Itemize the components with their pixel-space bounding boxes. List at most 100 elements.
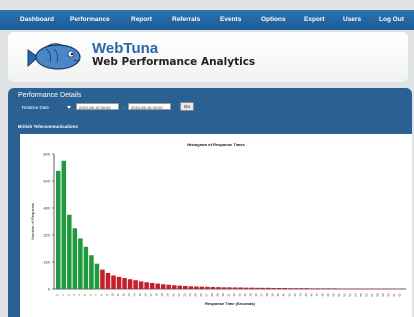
x-tick-label: 24 [188, 293, 192, 297]
date-separator: - [123, 104, 125, 109]
x-tick-label: 19 [160, 293, 164, 297]
x-tick-label: 28 [210, 293, 214, 297]
histogram-bar [188, 286, 194, 289]
histogram-bar [321, 288, 326, 289]
x-tick-label: 32 [232, 293, 236, 297]
histogram-bar [172, 285, 177, 289]
nav-item-users[interactable]: Users [343, 16, 361, 23]
x-tick-label: 15 [138, 293, 142, 297]
x-tick-label: 9 [105, 294, 109, 296]
x-tick-label: 49 [326, 293, 330, 297]
y-tick-label: 160 [43, 260, 50, 265]
histogram-bar [89, 255, 94, 289]
histogram-bar [111, 275, 116, 289]
panel-title: Performance Details [18, 92, 82, 99]
histogram-bar [299, 288, 304, 289]
histogram-bar [194, 286, 199, 289]
x-tick-label: 14 [133, 293, 137, 297]
x-tick-label: 26 [199, 293, 203, 297]
histogram-bar [160, 284, 166, 289]
x-tick-label: 48 [320, 293, 324, 297]
histogram-bar [359, 288, 365, 289]
y-tick-label: 0 [48, 287, 51, 292]
date-from-input[interactable]: 2010-06-15 00:00 [76, 103, 119, 110]
histogram-bar [243, 287, 249, 289]
fish-icon [27, 43, 81, 70]
x-tick-label: 5 [83, 294, 87, 296]
nav-item-dashboard[interactable]: Dashboard [20, 16, 54, 23]
nav-item-report[interactable]: Report [131, 16, 152, 23]
histogram-bar [337, 288, 343, 289]
histogram-bar [127, 279, 133, 289]
y-axis-title: Number of Requests [30, 203, 35, 240]
histogram-bar [365, 288, 370, 289]
histogram-bar [326, 288, 332, 289]
histogram-bar [348, 288, 354, 289]
x-tick-label: 41 [282, 293, 286, 297]
x-tick-label: 44 [298, 293, 302, 297]
histogram-bar [271, 287, 276, 289]
histogram-bar [210, 286, 216, 289]
relative-date-label: Relative Date [22, 105, 50, 110]
x-tick-label: 17 [149, 293, 153, 297]
nav-item-options[interactable]: Options [261, 16, 286, 23]
y-tick-label: 800 [43, 152, 50, 157]
x-tick-label: 43 [293, 293, 297, 297]
x-tick-label: 47 [315, 293, 319, 297]
x-tick-label: 18 [155, 293, 159, 297]
nav-item-events[interactable]: Events [220, 16, 241, 23]
histogram-bar [149, 282, 155, 289]
histogram-bar [100, 269, 105, 289]
nav-item-log-out[interactable]: Log Out [379, 16, 404, 23]
x-tick-label: 54 [354, 293, 358, 297]
app-header: WebTuna Web Performance Analytics [8, 32, 408, 82]
x-tick-label: 55 [359, 293, 363, 297]
x-tick-label: 7 [94, 294, 98, 296]
x-tick-label: 34 [243, 293, 247, 297]
x-tick-label: 36 [254, 293, 258, 297]
histogram-bar [232, 287, 238, 289]
histogram-bar [205, 286, 210, 289]
histogram-bar [105, 272, 111, 289]
x-tick-label: 37 [260, 293, 264, 297]
histogram-bar [83, 246, 89, 289]
x-tick-label: 58 [376, 293, 380, 297]
x-tick-label: 25 [193, 293, 197, 297]
histogram-bar [133, 280, 138, 289]
histogram-bar [67, 214, 72, 289]
y-tick-label: 320 [43, 233, 50, 238]
company-name: British Telecommunications [18, 124, 78, 129]
histogram-bar [216, 287, 221, 289]
histogram-bar [122, 278, 127, 289]
x-tick-label: 57 [370, 293, 374, 297]
x-axis-title: Response Time (Seconds) [205, 301, 256, 306]
x-tick-label: 39 [271, 293, 275, 297]
x-tick-label: 56 [365, 293, 369, 297]
histogram-bar [221, 287, 227, 289]
histogram-bar [288, 288, 293, 289]
x-tick-label: 38 [265, 293, 269, 297]
date-to-input[interactable]: 2010-06-16 00:00 [128, 103, 171, 110]
x-tick-label: 62 [398, 293, 402, 297]
x-tick-label: 27 [204, 293, 208, 297]
histogram-bar [61, 160, 67, 289]
go-button[interactable]: Go [180, 102, 194, 111]
histogram-bar [310, 288, 315, 289]
nav-item-referrals[interactable]: Referrals [172, 16, 200, 23]
x-tick-label: 4 [77, 294, 81, 296]
x-tick-label: 6 [88, 294, 92, 296]
nav-item-performance[interactable]: Performance [70, 16, 110, 23]
nav-item-export[interactable]: Export [304, 16, 325, 23]
histogram-bar [293, 288, 299, 289]
histogram-bar [56, 170, 61, 289]
x-tick-label: 53 [348, 293, 352, 297]
x-tick-label: 50 [331, 293, 335, 297]
x-tick-label: 3 [72, 294, 76, 296]
relative-date-dropdown-icon[interactable] [67, 106, 71, 109]
x-tick-label: 33 [238, 293, 242, 297]
x-tick-label: 0 [55, 294, 59, 296]
histogram-bar [249, 287, 254, 289]
histogram-bar [183, 285, 188, 289]
x-tick-label: 60 [387, 293, 391, 297]
histogram-bar [238, 287, 243, 289]
